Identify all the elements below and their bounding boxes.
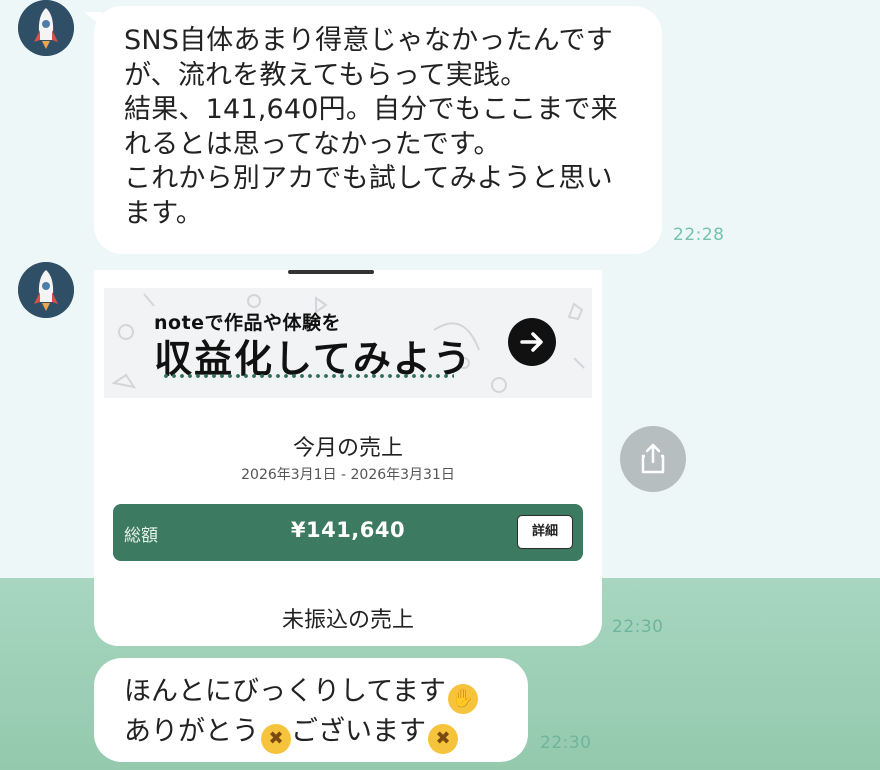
- face-with-hand-over-mouth-emoji: ✋: [447, 684, 478, 714]
- rocket-avatar-icon: [18, 262, 74, 318]
- monetize-banner[interactable]: noteで作品や体験を 収益化してみよう: [104, 288, 592, 398]
- message-line: ありがとう ✖ ございます ✖: [124, 714, 502, 754]
- message-line: ます。: [124, 197, 203, 229]
- sender-avatar[interactable]: [18, 0, 74, 56]
- message-text: ありがとう: [124, 716, 259, 747]
- rocket-avatar-icon: [18, 0, 74, 56]
- message-line: ほんとにびっくりしてます ✋: [124, 674, 502, 714]
- shared-image-card[interactable]: noteで作品や体験を 収益化してみよう 今月の売上 2026年3月1日 - 2…: [94, 270, 602, 646]
- total-amount: ¥141,640: [290, 518, 406, 542]
- share-button[interactable]: [620, 426, 686, 492]
- message-time: 22:30: [612, 617, 664, 637]
- message-line: れるとは思ってなかったです。: [124, 128, 501, 160]
- screenshot-top-bar: [288, 270, 374, 274]
- message-time: 22:30: [540, 733, 592, 753]
- message-line: が、流れを教えてもらって実践。: [124, 59, 528, 91]
- total-sales-bar: 総額 ¥141,640 詳細: [113, 504, 583, 561]
- arrow-right-icon[interactable]: [508, 318, 556, 366]
- loudly-crying-face-emoji: ✖: [261, 724, 291, 754]
- banner-dotted-underline: [162, 374, 454, 378]
- message-line: 結果、141,640円。自分でもここまで来: [124, 94, 618, 125]
- loudly-crying-face-emoji: ✖: [428, 724, 458, 754]
- message-bubble-3[interactable]: ほんとにびっくりしてます ✋ ありがとう ✖ ございます ✖: [94, 658, 528, 762]
- share-icon: [641, 443, 665, 474]
- unpaid-sales-title: 未振込の売上: [281, 608, 414, 633]
- monthly-sales-title: 今月の売上: [292, 436, 403, 461]
- message-line: これから別アカでも試してみようと思い: [124, 163, 613, 194]
- sender-avatar[interactable]: [18, 262, 74, 318]
- message-text: ほんとにびっくりしてます: [124, 676, 446, 707]
- bubble-tail: [84, 12, 102, 26]
- detail-button[interactable]: 詳細: [517, 515, 573, 549]
- sales-period: 2026年3月1日 - 2026年3月31日: [241, 467, 455, 483]
- message-time: 22:28: [673, 225, 725, 245]
- message-text: ございます: [291, 716, 426, 747]
- message-line: SNS自体あまり得意じゃなかったんです: [124, 25, 613, 56]
- message-bubble-1[interactable]: SNS自体あまり得意じゃなかったんです が、流れを教えてもらって実践。 結果、1…: [84, 6, 662, 254]
